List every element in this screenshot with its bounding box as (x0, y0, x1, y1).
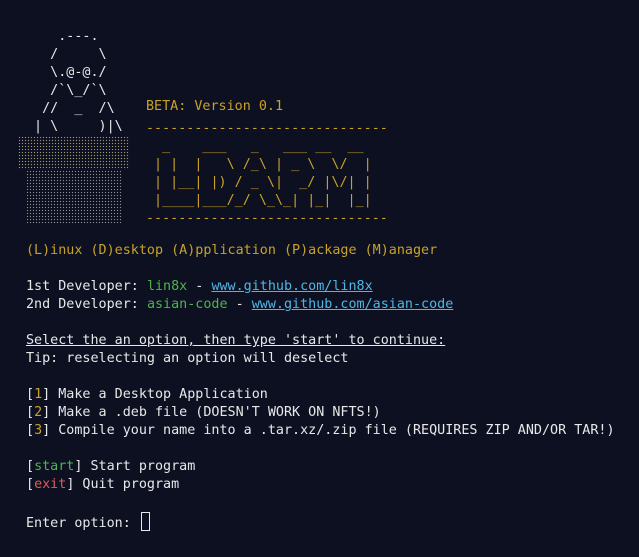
tux-dotted-block (26, 170, 122, 224)
instructions-heading: Select the an option, then type 'start' … (26, 333, 446, 348)
developer-name: asian-code (146, 297, 228, 312)
separator: - (227, 297, 252, 312)
prompt-label: Enter option: (26, 516, 139, 531)
ldapm-ascii-banner: _ ___ _ ___ __ __ | | | \ /_\ | _ \ \/ |… (154, 139, 372, 208)
text-cursor[interactable] (140, 512, 150, 531)
developer-line-2: 2nd Developer: asian-code - www.github.c… (26, 296, 453, 314)
separator: - (187, 279, 212, 294)
developer-line-1: 1st Developer: lin8x - www.github.com/li… (26, 278, 373, 296)
option-key: 3 (34, 423, 43, 438)
banner-rule-top: ------------------------------ (146, 121, 388, 136)
command-label: Quit program (74, 477, 180, 492)
option-label: Make a Desktop Application (50, 387, 268, 402)
prompt-line: Enter option: (26, 512, 150, 533)
command-exit[interactable]: [exit] Quit program (26, 476, 179, 494)
version-label: BETA: Version 0.1 (146, 99, 284, 114)
command-key: exit (34, 477, 67, 492)
option-3[interactable]: [3] Compile your name into a .tar.xz/.zi… (26, 422, 615, 440)
command-key: start (34, 459, 75, 474)
developer-link[interactable]: www.github.com/lin8x (211, 279, 372, 294)
banner-rule-bottom: ------------------------------ (146, 211, 388, 226)
option-1[interactable]: [1] Make a Desktop Application (26, 386, 268, 404)
command-start[interactable]: [start] Start program (26, 458, 195, 476)
app-title: (L)inux (D)esktop (A)pplication (P)ackag… (26, 243, 438, 258)
option-label: Compile your name into a .tar.xz/.zip fi… (50, 423, 615, 438)
terminal-window: .---. / \ \.@-@./ /`\_/`\ // _ /\ | \ )|… (0, 0, 639, 557)
option-label: Make a .deb file (DOESN'T WORK ON NFTS!) (50, 405, 381, 420)
tux-dotted-band (18, 136, 130, 170)
developer-link[interactable]: www.github.com/asian-code (252, 297, 454, 312)
instructions-tip: Tip: reselecting an option will deselect (26, 351, 349, 366)
option-key: 1 (34, 387, 43, 402)
developer-name: lin8x (146, 279, 188, 294)
developer-label: 2nd Developer: (26, 297, 147, 312)
tux-ascii-logo: .---. / \ \.@-@./ /`\_/`\ // _ /\ | \ )|… (34, 29, 123, 134)
developer-label: 1st Developer: (26, 279, 147, 294)
command-label: Start program (82, 459, 196, 474)
option-key: 2 (34, 405, 43, 420)
option-2[interactable]: [2] Make a .deb file (DOESN'T WORK ON NF… (26, 404, 381, 422)
